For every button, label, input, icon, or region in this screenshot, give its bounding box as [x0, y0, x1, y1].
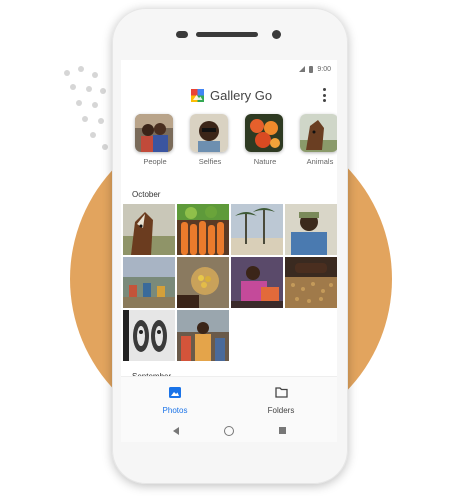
status-time: 9:00 — [317, 65, 331, 73]
battery-icon — [309, 65, 314, 73]
phone-sensor — [176, 31, 188, 38]
system-navigation-bar — [121, 420, 337, 442]
category-label: Selfies — [198, 157, 222, 166]
signal-icon — [299, 66, 306, 72]
photo-tile[interactable] — [177, 310, 229, 361]
recents-icon[interactable] — [279, 427, 286, 434]
nav-folders[interactable]: Folders — [241, 385, 321, 415]
back-icon[interactable] — [173, 427, 179, 435]
category-nature[interactable]: Nature — [245, 114, 285, 166]
photo-tile[interactable] — [285, 204, 337, 255]
category-label: Animals — [306, 157, 334, 166]
photo-tile[interactable] — [177, 257, 229, 308]
app-bar: Gallery Go — [121, 78, 337, 108]
photo-tile[interactable] — [231, 204, 283, 255]
bottom-navigation: Photos Folders — [121, 376, 337, 421]
photo-tile[interactable] — [285, 257, 337, 308]
phone-speaker — [196, 32, 258, 37]
more-vert-icon[interactable] — [321, 88, 327, 102]
category-animals[interactable]: Animals — [300, 114, 337, 166]
home-icon[interactable] — [224, 426, 234, 436]
section-header-october: October — [132, 190, 161, 199]
category-label: Nature — [253, 157, 277, 166]
decorative-dots — [58, 64, 118, 154]
nature-thumbnail — [245, 114, 283, 152]
photo-tile[interactable] — [231, 257, 283, 308]
photo-tile[interactable] — [123, 257, 175, 308]
category-label: People — [143, 157, 167, 166]
photo-tile[interactable] — [177, 204, 229, 255]
animals-thumbnail — [300, 114, 337, 152]
phone-screen: 9:00 Gallery Go People Selfies Nature An… — [121, 60, 337, 442]
people-thumbnail — [135, 114, 173, 152]
photo-tile[interactable] — [123, 204, 175, 255]
status-bar: 9:00 — [299, 64, 331, 74]
gallery-go-logo-icon — [191, 89, 204, 102]
nav-photos[interactable]: Photos — [135, 385, 215, 415]
category-carousel: People Selfies Nature Animals — [135, 114, 337, 174]
app-title: Gallery Go — [210, 88, 273, 103]
photo-icon — [169, 387, 181, 398]
category-selfies[interactable]: Selfies — [190, 114, 230, 166]
phone-device: 9:00 Gallery Go People Selfies Nature An… — [112, 8, 348, 484]
folder-icon — [274, 387, 288, 398]
category-people[interactable]: People — [135, 114, 175, 166]
nav-photos-label: Photos — [162, 406, 188, 415]
selfies-thumbnail — [190, 114, 228, 152]
phone-camera — [272, 30, 281, 39]
nav-folders-label: Folders — [267, 406, 295, 415]
photo-tile[interactable] — [123, 310, 175, 361]
